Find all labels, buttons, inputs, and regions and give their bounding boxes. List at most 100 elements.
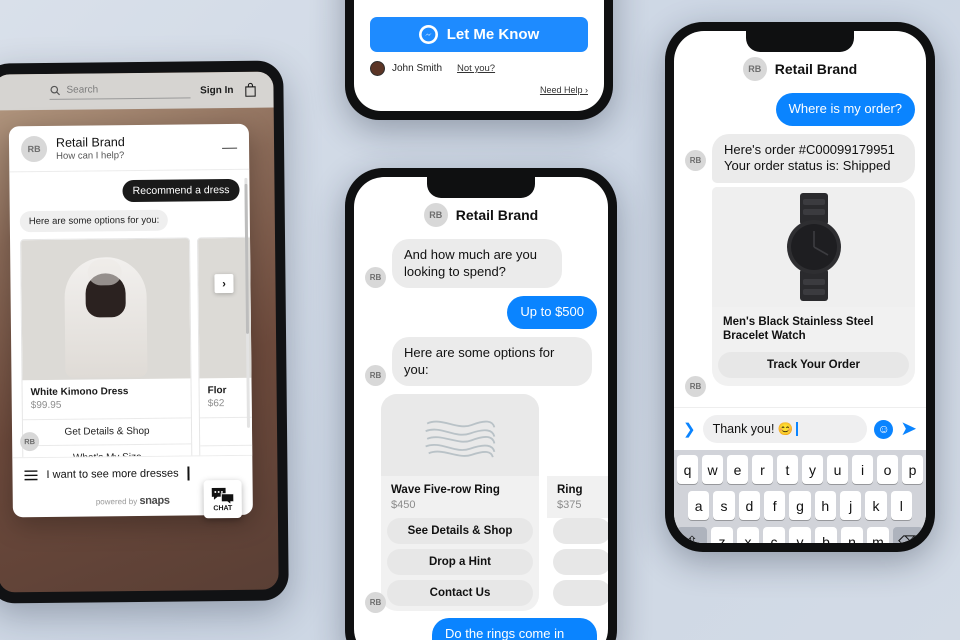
key-e[interactable]: e xyxy=(727,455,748,485)
watch-graphic xyxy=(786,192,841,301)
key-y[interactable]: y xyxy=(802,455,823,485)
avatar: RB xyxy=(742,57,767,81)
product-card[interactable]: Men's Black Stainless Steel Bracelet Wat… xyxy=(712,186,915,387)
avatar: RB xyxy=(365,267,386,289)
product-name: Wave Five-row Ring xyxy=(391,484,500,497)
keyboard-row-3: ⇧ z x c v b n m ⌫ xyxy=(677,527,923,543)
key-z[interactable]: z xyxy=(711,527,733,543)
bot-avatar: RB xyxy=(20,432,40,452)
product-name: Men's Black Stainless Steel Bracelet Wat… xyxy=(723,315,874,342)
need-help-link[interactable]: Need Help › xyxy=(370,85,588,95)
avatar: RB xyxy=(20,135,48,163)
track-order-button[interactable]: Track Your Order xyxy=(718,352,909,379)
product-action-button[interactable] xyxy=(553,517,608,544)
chat-widget-body: Recommend a dress Here are some options … xyxy=(9,170,253,458)
search-icon xyxy=(50,85,61,95)
key-r[interactable]: r xyxy=(752,455,773,485)
sign-in-link[interactable]: Sign In xyxy=(200,84,233,95)
hamburger-menu-icon[interactable] xyxy=(24,469,38,481)
key-j[interactable]: j xyxy=(839,491,862,521)
chat-launcher-label: CHAT xyxy=(213,504,233,512)
chevron-right-icon[interactable]: ❯ xyxy=(683,422,696,437)
notch xyxy=(746,31,854,52)
phone-screen-top: Let Me Know John Smith Not you? Need Hel… xyxy=(354,0,604,111)
message-composer[interactable]: ❯ Thank you! 😊 ☺ ➤ xyxy=(674,407,926,451)
product-action-button[interactable] xyxy=(553,579,608,606)
product-action-button[interactable]: See Details & Shop xyxy=(387,517,533,544)
onscreen-keyboard[interactable]: q w e r t y u i o p a s d f g h j k l ⇧ … xyxy=(674,450,926,543)
let-me-know-label: Let Me Know xyxy=(446,26,540,43)
bot-message-row: RB Here are some options for you: xyxy=(365,336,597,387)
key-n[interactable]: n xyxy=(841,527,863,543)
product-action-button[interactable] xyxy=(199,416,253,446)
key-s[interactable]: s xyxy=(713,491,735,521)
product-action-button[interactable]: Drop a Hint xyxy=(387,548,533,575)
chat-widget: RB Retail Brand How can I help? — Recomm… xyxy=(8,123,253,518)
product-card[interactable]: Ring $375 xyxy=(547,394,608,611)
notch xyxy=(427,177,535,198)
bot-message-bubble: And how much are you looking to spend? xyxy=(392,239,562,289)
chat-widget-header: RB Retail Brand How can I help? — xyxy=(8,123,250,173)
conversation-title: Retail Brand xyxy=(774,61,858,77)
key-c[interactable]: c xyxy=(763,527,785,543)
backspace-icon[interactable]: ⌫ xyxy=(893,527,923,543)
key-w[interactable]: w xyxy=(702,455,723,485)
user-name: John Smith xyxy=(392,63,443,74)
send-arrow-icon[interactable]: ➤ xyxy=(900,419,917,439)
user-message-bubble: Recommend a dress xyxy=(122,178,240,203)
not-you-link[interactable]: Not you? xyxy=(457,63,495,74)
message-input-value: Thank you! 😊 xyxy=(712,421,794,436)
product-action-button[interactable]: Contact Us xyxy=(387,579,533,606)
key-k[interactable]: k xyxy=(865,491,887,521)
key-b[interactable]: b xyxy=(815,527,837,543)
key-a[interactable]: a xyxy=(688,491,710,521)
bot-message-row: RB And how much are you looking to spend… xyxy=(365,239,597,289)
message-input[interactable]: Thank you! 😊 xyxy=(702,415,868,444)
product-carousel[interactable]: White Kimono Dress $99.95 Get Details & … xyxy=(20,236,253,458)
key-m[interactable]: m xyxy=(867,527,889,543)
key-o[interactable]: o xyxy=(877,455,898,485)
search-input[interactable]: Search xyxy=(49,82,191,100)
chat-bubbles-icon xyxy=(211,487,234,504)
key-t[interactable]: t xyxy=(777,455,798,485)
key-l[interactable]: l xyxy=(890,491,912,521)
avatar: RB xyxy=(423,203,448,227)
let-me-know-button[interactable]: Let Me Know xyxy=(370,17,588,52)
key-x[interactable]: x xyxy=(737,527,759,543)
message-list-bottom: Do the rings come in different metals? R… xyxy=(354,617,608,640)
phone-screen-middle: RB Retail Brand RB And how much are you … xyxy=(354,177,608,640)
product-action-button[interactable] xyxy=(553,548,608,575)
product-name: Ring xyxy=(547,476,608,499)
chat-launcher-button[interactable]: CHAT xyxy=(203,479,242,519)
product-carousel[interactable]: Wave Five-row Ring $450 See Details & Sh… xyxy=(381,394,608,611)
shift-icon[interactable]: ⇧ xyxy=(677,527,707,543)
key-v[interactable]: v xyxy=(789,527,811,543)
key-u[interactable]: u xyxy=(827,455,848,485)
product-card[interactable]: White Kimono Dress $99.95 Get Details & … xyxy=(20,237,193,458)
bot-message-row: RB Here's order #C00099179951 Your order… xyxy=(685,133,915,387)
key-d[interactable]: d xyxy=(738,491,760,521)
smiley-icon[interactable]: ☺ xyxy=(874,419,894,439)
message-list: Where is my order? RB Here's order #C000… xyxy=(674,93,926,398)
phone-device-middle: RB Retail Brand RB And how much are you … xyxy=(345,168,617,640)
keyboard-row-2: a s d f g h j k l xyxy=(677,491,923,521)
avatar: RB xyxy=(365,592,386,613)
key-p[interactable]: p xyxy=(902,455,923,485)
key-h[interactable]: h xyxy=(814,491,836,521)
text-caret xyxy=(187,466,190,481)
minimize-icon[interactable]: — xyxy=(222,138,237,155)
key-q[interactable]: q xyxy=(677,455,698,485)
shopping-bag-icon[interactable] xyxy=(243,82,257,98)
chat-input-value: I want to see more dresses xyxy=(46,467,179,481)
product-action-button[interactable]: What's My Size xyxy=(23,443,192,458)
site-topbar: Search Sign In xyxy=(0,71,274,111)
product-name: White Kimono Dress xyxy=(30,386,129,399)
product-action-button[interactable]: Get Details & Shop xyxy=(22,417,192,446)
carousel-next-button[interactable]: › xyxy=(214,273,234,294)
key-f[interactable]: f xyxy=(764,491,786,521)
key-g[interactable]: g xyxy=(789,491,811,521)
product-price: $450 xyxy=(391,498,416,511)
product-card[interactable]: Wave Five-row Ring $450 See Details & Sh… xyxy=(381,394,539,611)
product-card[interactable]: Flor $62 xyxy=(197,236,253,458)
key-i[interactable]: i xyxy=(852,455,873,485)
